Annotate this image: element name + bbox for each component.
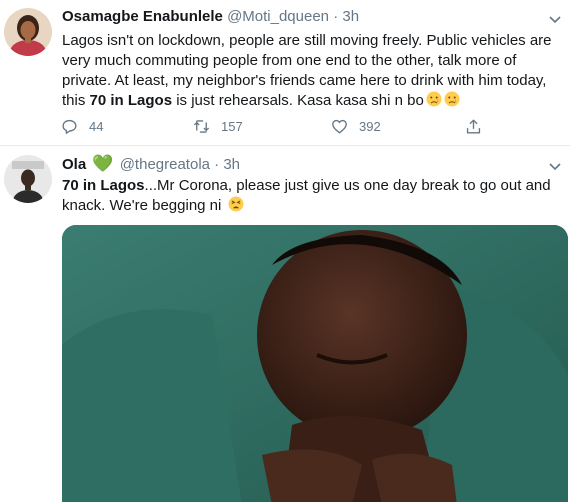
author-name[interactable]: Ola: [62, 156, 86, 173]
author-name[interactable]: Osamagbe Enabunlele: [62, 8, 223, 25]
like-button[interactable]: 392: [330, 116, 381, 136]
avatar-portrait-icon: [4, 8, 52, 56]
crying-face-icon: [426, 91, 442, 107]
author-avatar[interactable]: [4, 8, 52, 56]
tweet-2[interactable]: Ola 💚 @thegreatola · 3h 70 in Lagos...Mr…: [0, 147, 570, 502]
tweet-timestamp[interactable]: 3h: [342, 8, 359, 25]
chevron-down-icon[interactable]: [546, 10, 564, 28]
tired-face-icon: [228, 196, 244, 212]
reply-icon: [62, 119, 77, 134]
heart-icon: [332, 119, 347, 134]
tweet-timestamp[interactable]: 3h: [223, 156, 240, 173]
tweet-header: Osamagbe Enabunlele @Moti_dqueen · 3h: [62, 7, 359, 27]
retweet-icon: [193, 119, 210, 133]
tweet-actions: 44 157 392: [60, 116, 500, 136]
separator-dot: ·: [333, 8, 339, 25]
crying-face-icon: [444, 91, 460, 107]
chevron-down-icon[interactable]: [546, 157, 564, 175]
tweet-1[interactable]: Osamagbe Enabunlele @Moti_dqueen · 3h La…: [0, 0, 570, 146]
tweet-keyword: 70 in Lagos: [62, 177, 145, 194]
share-icon: [466, 118, 481, 134]
share-button[interactable]: [464, 116, 493, 136]
retweet-count: 157: [221, 118, 243, 134]
green-heart-icon: 💚: [92, 154, 114, 173]
tweet-keyword: 70 in Lagos: [89, 92, 173, 109]
avatar-portrait-icon: [4, 155, 52, 203]
reply-button[interactable]: 44: [60, 116, 103, 136]
tweet-header: Ola 💚 @thegreatola · 3h: [62, 154, 240, 175]
author-avatar[interactable]: [4, 155, 52, 203]
tweet-photo[interactable]: [62, 225, 568, 502]
tweet-text: Lagos isn't on lockdown, people are stil…: [62, 31, 556, 111]
author-handle[interactable]: @thegreatola: [120, 156, 210, 173]
tweet-text: 70 in Lagos...Mr Corona, please just giv…: [62, 176, 556, 216]
like-count: 392: [359, 118, 381, 134]
retweet-button[interactable]: 157: [192, 116, 243, 136]
photo-man-crying-icon: [62, 225, 568, 502]
separator-dot: ·: [214, 156, 220, 173]
author-handle[interactable]: @Moti_dqueen: [227, 8, 329, 25]
tweet-text-outro: is just rehearsals. Kasa kasa shi n bo: [172, 92, 424, 109]
reply-count: 44: [89, 118, 104, 134]
